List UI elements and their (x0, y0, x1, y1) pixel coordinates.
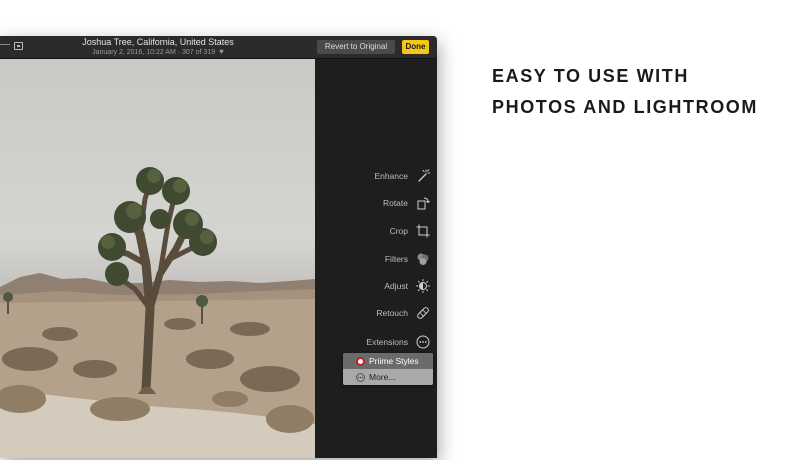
tool-enhance-label: Enhance (374, 171, 408, 181)
menu-item-priime-styles-label: Priime Styles (369, 356, 419, 366)
adjust-icon (416, 279, 430, 293)
photo-date-count: January 2, 2016, 10:22 AM · 307 of 319 (92, 49, 216, 56)
photos-window: Joshua Tree, California, United States J… (0, 36, 437, 458)
priime-logo-icon (356, 356, 365, 366)
menu-item-priime-styles[interactable]: Priime Styles (343, 353, 433, 369)
magic-wand-icon (418, 169, 430, 182)
menu-item-more-label: More... (369, 372, 396, 382)
photo-canvas[interactable] (0, 59, 315, 458)
headline-line-1: EASY TO USE WITH (492, 66, 689, 86)
tool-retouch[interactable]: Retouch (376, 305, 430, 321)
tool-filters[interactable]: Filters (385, 251, 430, 267)
tool-retouch-label: Retouch (376, 308, 408, 318)
bandage-icon (417, 307, 429, 319)
tool-rotate[interactable]: Rotate (383, 195, 430, 211)
tool-crop-label: Crop (389, 226, 408, 236)
tool-extensions-label: Extensions (366, 337, 408, 347)
filters-icon (417, 253, 429, 265)
tool-enhance[interactable]: Enhance (374, 168, 430, 184)
headline-line-2: PHOTOS AND LIGHTROOM (492, 97, 758, 117)
rotate-icon (417, 197, 430, 210)
revert-to-original-button[interactable]: Revert to Original (317, 40, 395, 54)
title-bar: Joshua Tree, California, United States J… (0, 36, 437, 59)
ellipsis-circle-icon (416, 335, 430, 349)
tool-adjust-label: Adjust (384, 281, 408, 291)
tool-extensions[interactable]: Extensions (366, 334, 430, 350)
crop-icon (416, 224, 430, 238)
tool-crop[interactable]: Crop (390, 223, 430, 239)
extensions-menu: Priime Styles More... (343, 353, 433, 385)
tool-rotate-label: Rotate (382, 198, 408, 208)
menu-item-more[interactable]: More... (343, 369, 433, 385)
tool-adjust[interactable]: Adjust (384, 278, 430, 294)
ellipsis-circle-icon (356, 372, 365, 382)
heart-icon[interactable]: ♥ (219, 47, 224, 56)
tool-filters-label: Filters (384, 254, 408, 264)
joshua-tree-photo (0, 167, 315, 458)
done-button[interactable]: Done (402, 40, 429, 54)
photo-info: January 2, 2016, 10:22 AM · 307 of 319 ♥ (0, 47, 316, 57)
